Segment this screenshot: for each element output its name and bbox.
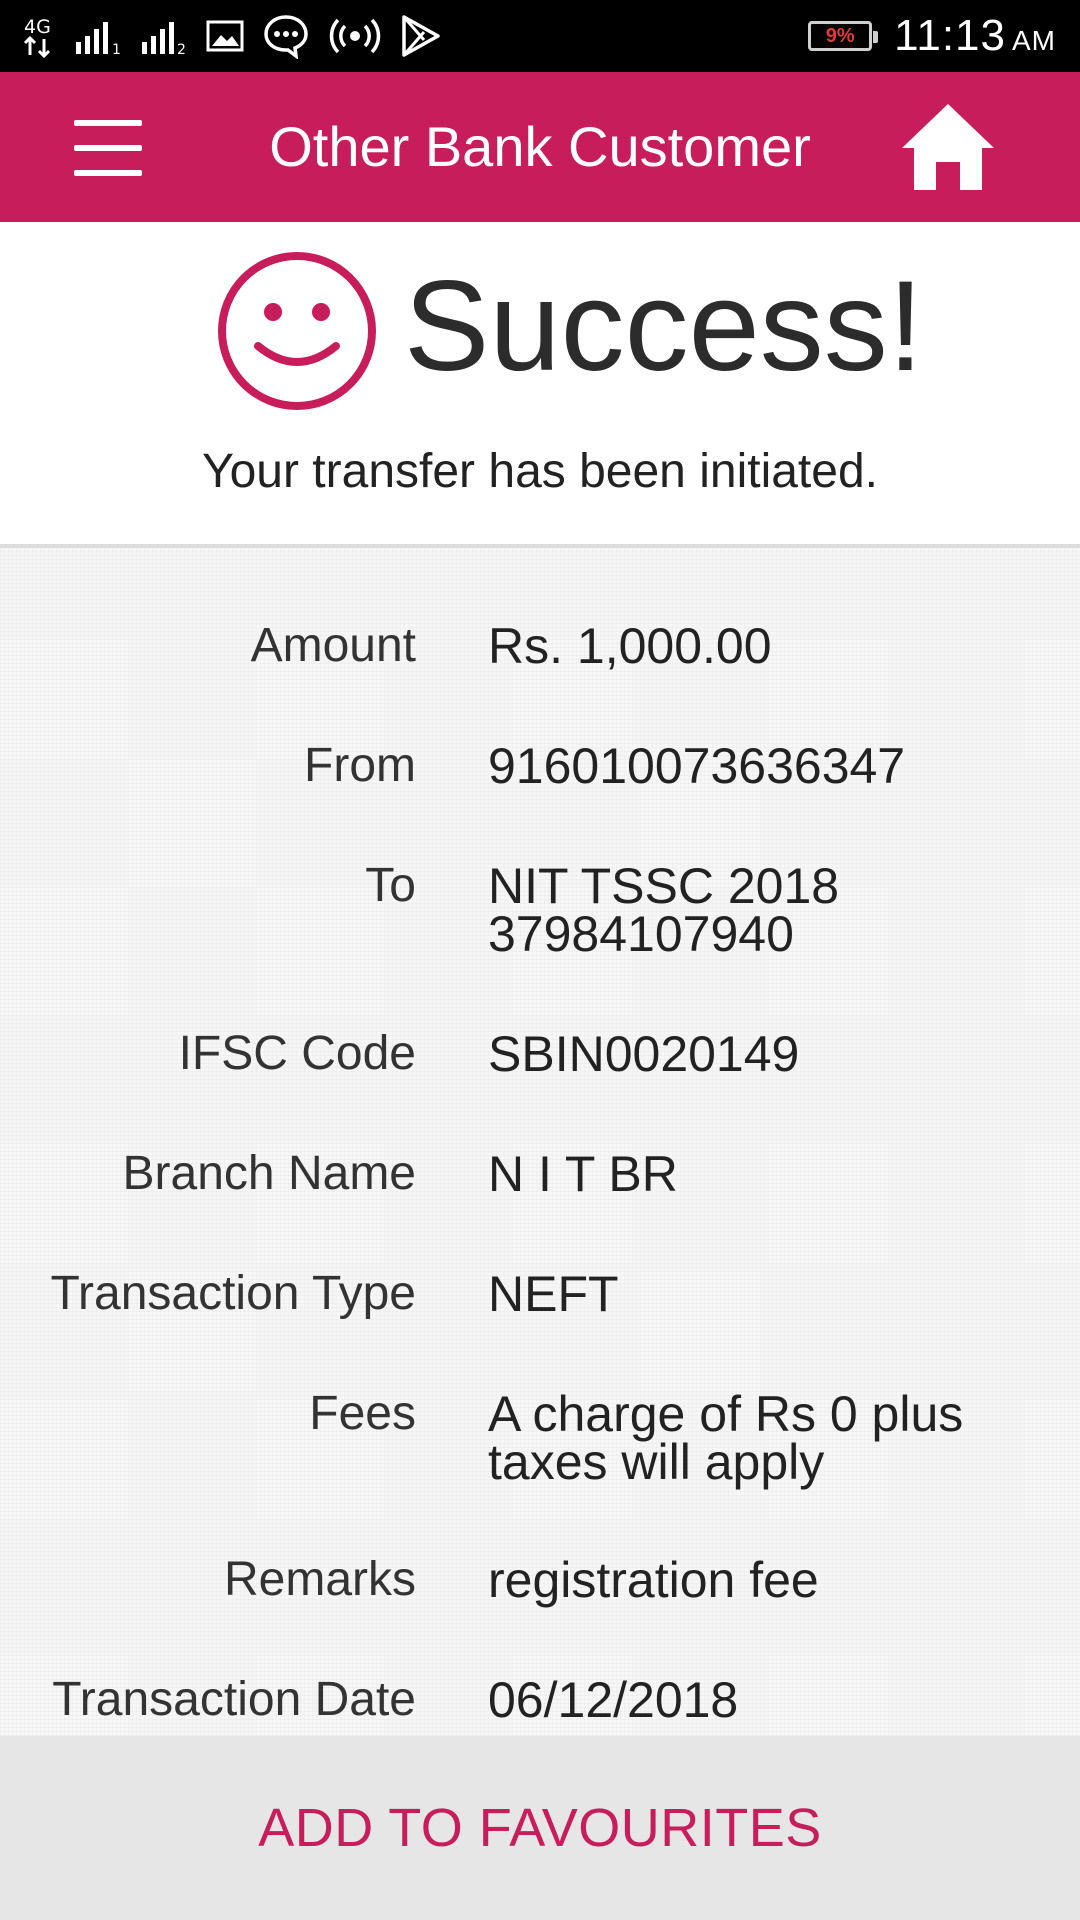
status-clock: 11:13 AM (894, 11, 1056, 61)
status-icons-right: 9% 11:13 AM (808, 10, 1056, 62)
transfer-details: Amount Rs. 1,000.00 From 916010073636347… (0, 548, 1080, 1736)
svg-text:4G: 4G (24, 16, 51, 38)
add-to-favourites-label: ADD TO FAVOURITES (258, 1798, 822, 1858)
smiley-icon (216, 250, 378, 412)
detail-value: SBIN0020149 (488, 1026, 800, 1082)
detail-value: registration fee (488, 1552, 819, 1608)
detail-label: Amount (250, 619, 416, 672)
detail-label: Transaction Type (50, 1267, 416, 1320)
detail-label: From (304, 739, 416, 792)
hamburger-menu-icon[interactable] (74, 120, 142, 176)
page-title: Other Bank Customer (269, 115, 811, 178)
detail-label: Fees (309, 1387, 416, 1440)
clock-ampm: AM (1012, 25, 1056, 56)
detail-label: IFSC Code (178, 1027, 416, 1080)
svg-text:2: 2 (177, 42, 186, 56)
chat-icon (262, 10, 310, 62)
play-store-icon (400, 10, 442, 62)
svg-text:1: 1 (112, 42, 121, 56)
success-title: Success! (404, 255, 924, 398)
success-message: Your transfer has been initiated. (201, 445, 878, 498)
detail-value: NIT TSSC 2018 37984107940 (488, 858, 840, 962)
home-icon[interactable] (898, 100, 998, 196)
status-icons-left: 4G 1 2 (22, 10, 442, 62)
detail-value: 06/12/2018 (488, 1672, 739, 1728)
detail-label: Transaction Date (52, 1673, 416, 1726)
battery-icon: 9% (808, 21, 879, 51)
success-header: Success! Your transfer has been initiate… (0, 222, 1080, 548)
app-bar: Other Bank Customer (0, 72, 1080, 222)
network-4g-icon: 4G (22, 10, 56, 62)
signal-sim1-icon: 1 (74, 10, 122, 62)
image-icon (206, 10, 244, 62)
add-to-favourites-button[interactable]: ADD TO FAVOURITES (0, 1736, 1080, 1920)
detail-value: N I T BR (488, 1146, 678, 1202)
detail-value: A charge of Rs 0 plus taxes will apply (488, 1386, 964, 1490)
status-bar: 4G 1 2 9% 11:13 AM (0, 0, 1080, 72)
detail-label: Remarks (223, 1553, 416, 1606)
hotspot-icon (328, 10, 382, 62)
detail-value: Rs. 1,000.00 (488, 618, 772, 674)
clock-time: 11:13 (894, 11, 1006, 60)
detail-value: 916010073636347 (488, 738, 906, 794)
detail-label: Branch Name (122, 1147, 416, 1200)
detail-label: To (365, 859, 416, 912)
battery-percent: 9% (825, 24, 855, 47)
signal-sim2-icon: 2 (140, 10, 188, 62)
detail-value: NEFT (488, 1266, 619, 1322)
